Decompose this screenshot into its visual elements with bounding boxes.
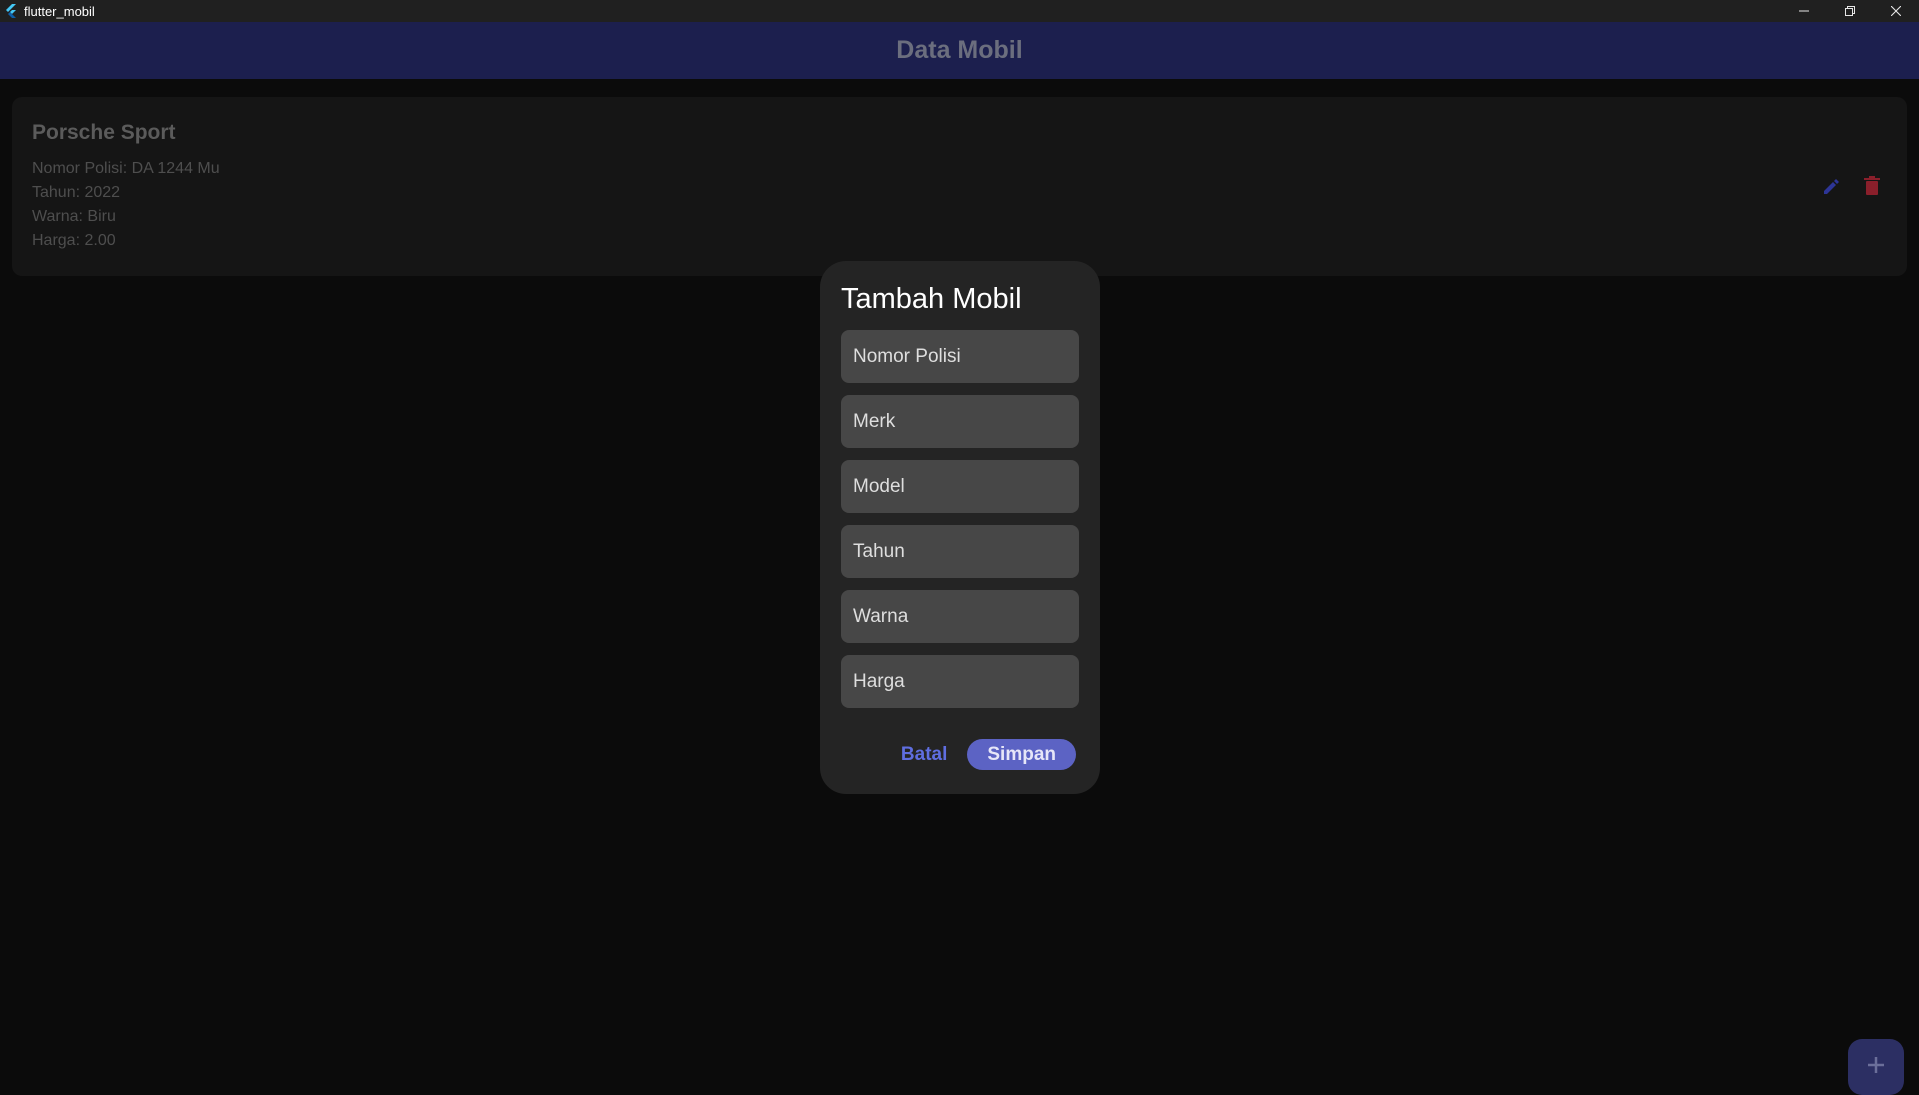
car-color: Warna: Biru [32, 208, 116, 225]
page-title: Data Mobil [896, 36, 1023, 64]
dialog-title: Tambah Mobil [841, 283, 1022, 315]
cancel-button[interactable]: Batal [901, 744, 947, 766]
brand-field[interactable]: Merk [841, 395, 1079, 448]
field-placeholder: Nomor Polisi [853, 345, 961, 367]
car-price: Harga: 2.00 [32, 232, 116, 249]
license-plate-field[interactable]: Nomor Polisi [841, 330, 1079, 383]
flutter-logo-icon [0, 0, 22, 22]
price-field[interactable]: Harga [841, 655, 1079, 708]
field-placeholder: Harga [853, 670, 905, 692]
edit-icon[interactable] [1821, 175, 1843, 197]
add-car-dialog: Tambah Mobil Nomor Polisi Merk Model Tah… [820, 261, 1100, 794]
dialog-actions: Batal Simpan [901, 739, 1076, 770]
year-field[interactable]: Tahun [841, 525, 1079, 578]
window-controls [1781, 0, 1919, 22]
restore-icon[interactable] [1827, 0, 1873, 22]
window-titlebar: flutter_mobil [0, 0, 1919, 22]
field-placeholder: Model [853, 475, 905, 497]
car-year: Tahun: 2022 [32, 184, 121, 201]
delete-icon[interactable] [1861, 175, 1883, 197]
app-bar: Data Mobil [0, 22, 1919, 79]
car-actions [1821, 175, 1883, 197]
color-field[interactable]: Warna [841, 590, 1079, 643]
minimize-icon[interactable] [1781, 0, 1827, 22]
car-list-item[interactable]: Porsche Sport Nomor Polisi: DA 1244 Mu T… [12, 97, 1907, 276]
car-name: Porsche Sport [32, 121, 176, 144]
field-placeholder: Tahun [853, 540, 905, 562]
field-placeholder: Warna [853, 605, 909, 627]
model-field[interactable]: Model [841, 460, 1079, 513]
save-button[interactable]: Simpan [967, 739, 1076, 770]
add-car-button[interactable] [1848, 1039, 1904, 1095]
plus-icon [1865, 1054, 1887, 1081]
window-title: flutter_mobil [24, 3, 95, 19]
close-icon[interactable] [1873, 0, 1919, 22]
field-placeholder: Merk [853, 410, 896, 432]
car-license-plate: Nomor Polisi: DA 1244 Mu [32, 160, 220, 177]
